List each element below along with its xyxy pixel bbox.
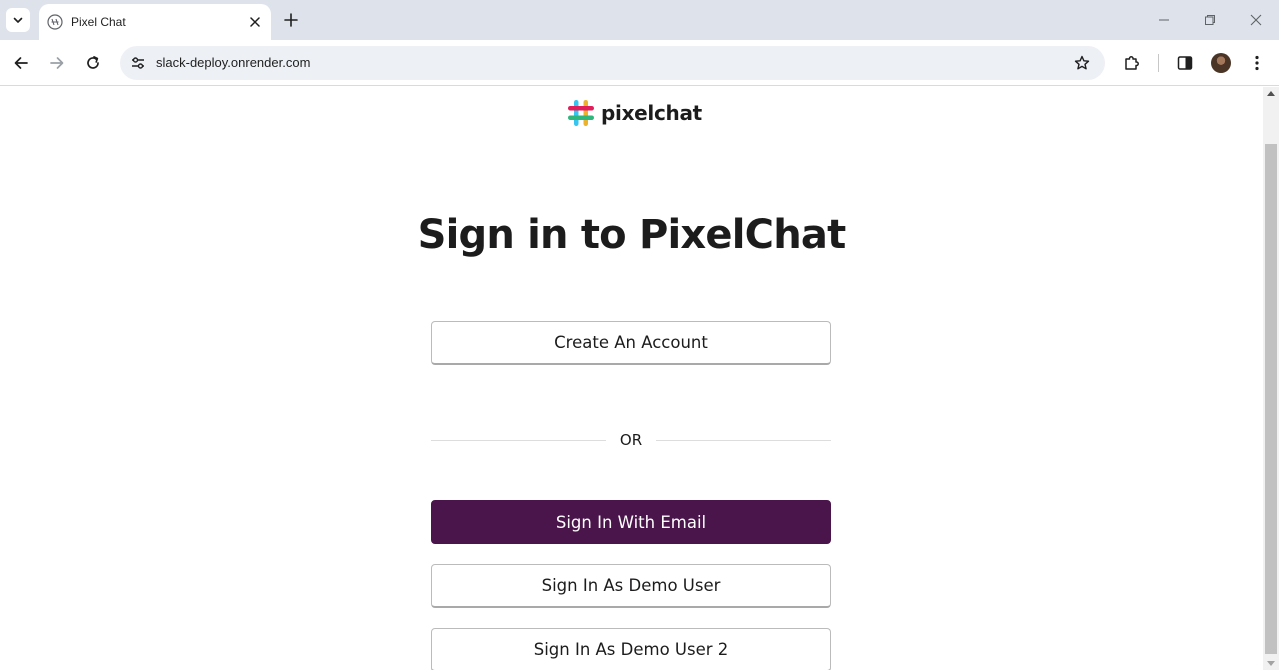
restore-icon <box>1205 15 1215 25</box>
scroll-thumb[interactable] <box>1265 144 1277 654</box>
address-bar[interactable]: slack-deploy.onrender.com <box>120 46 1105 80</box>
bookmark-button[interactable] <box>1071 52 1093 74</box>
reload-button[interactable] <box>81 51 105 75</box>
sign-in-demo-user-2-button[interactable]: Sign In As Demo User 2 <box>431 628 831 670</box>
create-account-button[interactable]: Create An Account <box>431 321 831 365</box>
tab-title: Pixel Chat <box>71 15 126 29</box>
star-icon <box>1074 55 1090 70</box>
plus-icon <box>284 13 298 27</box>
profile-avatar[interactable] <box>1211 53 1231 73</box>
scroll-down-arrow[interactable] <box>1267 661 1275 666</box>
close-icon[interactable] <box>247 14 263 30</box>
browser-toolbar: slack-deploy.onrender.com <box>0 40 1279 86</box>
toolbar-separator <box>1158 54 1159 72</box>
divider-text: OR <box>619 431 643 449</box>
or-divider: OR <box>431 430 832 450</box>
reload-icon <box>87 56 99 69</box>
kebab-menu-icon <box>1255 55 1259 71</box>
tab-search-button[interactable] <box>6 8 30 32</box>
close-window-icon <box>1250 14 1262 26</box>
back-button[interactable] <box>9 51 33 75</box>
arrow-right-icon <box>50 57 64 69</box>
tune-icon <box>132 57 144 69</box>
browser-tab-strip: Pixel Chat <box>0 0 1279 40</box>
browser-tab-active[interactable]: Pixel Chat <box>39 4 271 40</box>
new-tab-button[interactable] <box>280 9 302 31</box>
chevron-down-icon <box>13 17 23 23</box>
page-title: Sign in to PixelChat <box>417 212 847 258</box>
forward-button[interactable] <box>45 51 69 75</box>
scroll-up-arrow[interactable] <box>1267 91 1275 96</box>
pixelchat-logo[interactable]: pixelchat <box>567 98 702 128</box>
page-viewport: pixelchat Sign in to PixelChat Create An… <box>0 87 1263 670</box>
logo-wordmark: pixelchat <box>601 101 702 125</box>
divider-line-left <box>431 439 606 441</box>
minimize-button[interactable] <box>1153 9 1175 31</box>
page-scrollbar[interactable] <box>1263 87 1279 670</box>
arrow-left-icon <box>14 57 28 69</box>
browser-menu-button[interactable] <box>1245 51 1269 75</box>
side-panel-button[interactable] <box>1173 51 1197 75</box>
minimize-icon <box>1159 19 1169 21</box>
restore-button[interactable] <box>1199 9 1221 31</box>
sign-in-demo-user-button[interactable]: Sign In As Demo User <box>431 564 831 608</box>
side-panel-icon <box>1177 56 1193 70</box>
pixelchat-logo-icon <box>568 100 594 126</box>
close-window-button[interactable] <box>1245 9 1267 31</box>
puzzle-icon <box>1125 56 1139 70</box>
divider-line-right <box>656 439 832 441</box>
site-info-button[interactable] <box>126 51 150 75</box>
url-text[interactable]: slack-deploy.onrender.com <box>156 55 310 70</box>
extensions-button[interactable] <box>1120 51 1144 75</box>
sign-in-email-button[interactable]: Sign In With Email <box>431 500 831 544</box>
pixel-chat-favicon-icon <box>47 14 63 30</box>
